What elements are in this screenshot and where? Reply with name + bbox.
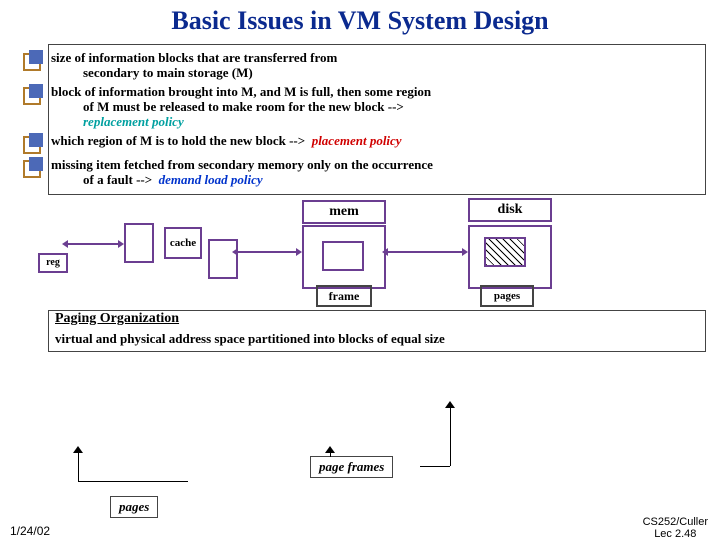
slide-title: Basic Issues in VM System Design bbox=[0, 6, 720, 36]
bullet-2: block of information brought into M, and… bbox=[55, 85, 699, 130]
page-frames-box: page frames bbox=[310, 456, 393, 478]
paging-org-box: Paging Organization virtual and physical… bbox=[48, 310, 706, 352]
cache-box: cache bbox=[164, 227, 202, 259]
footer-r2: Lec 2.48 bbox=[643, 528, 708, 540]
b3-placement: placement policy bbox=[312, 133, 402, 148]
footer-date: 1/24/02 bbox=[10, 524, 50, 538]
b1-l2: secondary to main storage (M) bbox=[51, 66, 337, 81]
bullet-icon bbox=[23, 160, 41, 178]
arrowhead-up-c bbox=[445, 401, 455, 408]
disk-page-hatched bbox=[484, 237, 526, 267]
pages-label-diagram: pages bbox=[480, 285, 534, 307]
bullet-icon bbox=[23, 53, 41, 71]
bullet-icon bbox=[23, 136, 41, 154]
paging-title: Paging Organization bbox=[55, 311, 699, 327]
b4-demand: demand load policy bbox=[159, 172, 263, 187]
frame-label: frame bbox=[316, 285, 372, 307]
arrowhead-up-b bbox=[325, 446, 335, 453]
b3-l1: which region of M is to hold the new blo… bbox=[51, 133, 305, 148]
b4-l1: missing item fetched from secondary memo… bbox=[51, 157, 433, 172]
footer-r1: CS252/Culler bbox=[643, 516, 708, 528]
arrow-reg-cache bbox=[68, 243, 118, 245]
memory-hierarchy-diagram: reg cache mem disk frame pages bbox=[48, 195, 706, 310]
bullet-3: which region of M is to hold the new blo… bbox=[55, 134, 699, 154]
b2-l2: of M must be released to make room for t… bbox=[51, 100, 431, 115]
line-seg-a bbox=[78, 451, 79, 481]
mem-box: mem bbox=[302, 200, 386, 224]
reg-box: reg bbox=[38, 253, 68, 273]
arrowhead-up-a bbox=[73, 446, 83, 453]
bullet-1: size of information blocks that are tran… bbox=[55, 51, 699, 81]
arrow-mem-disk bbox=[388, 251, 462, 253]
bullet-list: size of information blocks that are tran… bbox=[48, 44, 706, 195]
cache-block-a bbox=[124, 223, 154, 263]
line-seg-d bbox=[420, 466, 450, 467]
mem-inner bbox=[322, 241, 364, 271]
disk-box: disk bbox=[468, 198, 552, 222]
pages-box: pages bbox=[110, 496, 158, 518]
paging-line: virtual and physical address space parti… bbox=[55, 331, 699, 347]
b2-l1: block of information brought into M, and… bbox=[51, 84, 431, 99]
bullet-4: missing item fetched from secondary memo… bbox=[55, 158, 699, 188]
bullet-icon bbox=[23, 87, 41, 105]
arrow-cache-mem bbox=[238, 251, 296, 253]
footer-right: CS252/Culler Lec 2.48 bbox=[643, 516, 708, 540]
b2-replacement: replacement policy bbox=[51, 115, 431, 130]
cache-block-b bbox=[208, 239, 238, 279]
line-seg-b bbox=[78, 481, 188, 482]
b4-l2: of a fault --> bbox=[83, 172, 152, 187]
line-seg-e bbox=[450, 406, 451, 466]
b1-l1: size of information blocks that are tran… bbox=[51, 50, 337, 65]
